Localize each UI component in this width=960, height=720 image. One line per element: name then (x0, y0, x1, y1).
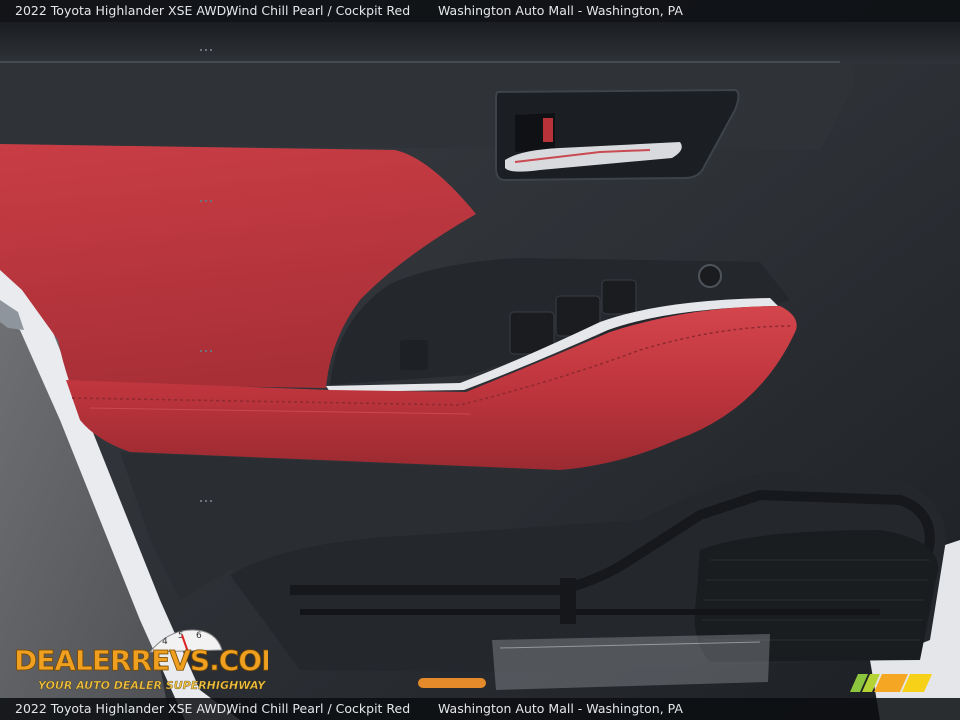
vehicle-title: 2022 Toyota Highlander XSE AWD, (15, 3, 231, 18)
photo-stage: 2022 Toyota Highlander XSE AWD, Wind Chi… (0, 0, 960, 720)
dealerrevs-logo: 4 5 6 DEALERREVS.COM YOUR AUTO DEALER SU… (12, 626, 289, 696)
vehicle-colors: Wind Chill Pearl / Cockpit Red (226, 3, 411, 18)
svg-text:YOUR AUTO DEALER SUPERHIGHWAY: YOUR AUTO DEALER SUPERHIGHWAY (38, 679, 266, 692)
dealer-location: Washington Auto Mall - Washington, PA (438, 3, 683, 18)
caption-bar-bottom: 2022 Toyota Highlander XSE AWD, Wind Chi… (0, 698, 960, 720)
svg-text:6: 6 (196, 631, 202, 641)
vehicle-colors-bottom: Wind Chill Pearl / Cockpit Red (226, 701, 411, 716)
door-panel-photo (0, 0, 960, 720)
caption-bar-top: 2022 Toyota Highlander XSE AWD, Wind Chi… (0, 0, 960, 22)
svg-text:DEALERREVS.COM: DEALERREVS.COM (14, 644, 268, 677)
vehicle-title-bottom: 2022 Toyota Highlander XSE AWD, (15, 701, 231, 716)
dealer-location-bottom: Washington Auto Mall - Washington, PA (438, 701, 683, 716)
